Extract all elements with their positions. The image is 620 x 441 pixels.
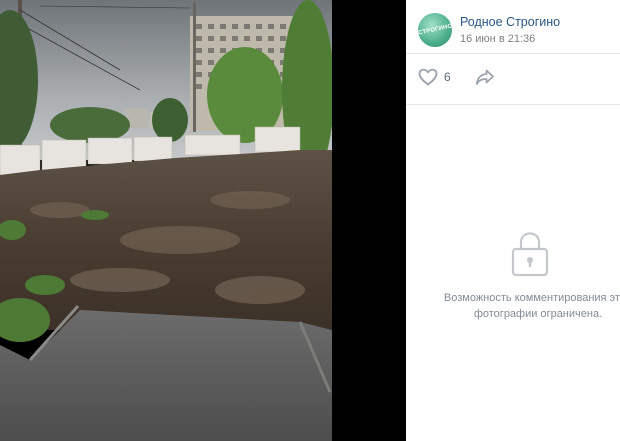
- restricted-line-2: фотографии ограничена.: [473, 308, 603, 320]
- comments-locked: Возможность комментирования этой фотогра…: [406, 230, 620, 322]
- lock-icon: [511, 232, 549, 277]
- actions-bar: 6: [418, 68, 495, 86]
- share-button[interactable]: [475, 68, 495, 86]
- photo[interactable]: [0, 0, 332, 441]
- avatar-logo-text: СТРОГИНО: [417, 23, 453, 37]
- like-button[interactable]: 6: [418, 68, 451, 86]
- restricted-line-1: Возможность комментирования этой: [443, 292, 620, 304]
- avatar[interactable]: СТРОГИНО: [417, 13, 453, 47]
- post-date[interactable]: 16 июн в 21:36: [460, 32, 560, 47]
- heart-icon: [418, 68, 438, 86]
- comments-restricted-text: Возможность комментирования этой фотогра…: [438, 290, 620, 322]
- divider: [406, 104, 620, 105]
- like-count: 6: [444, 70, 451, 84]
- author-name-link[interactable]: Родное Строгино: [460, 14, 560, 30]
- side-panel: СТРОГИНО Родное Строгино 16 июн в 21:36 …: [406, 0, 620, 441]
- share-icon: [475, 69, 494, 85]
- divider: [406, 53, 620, 54]
- photo-viewer: [0, 0, 406, 441]
- post-author: СТРОГИНО Родное Строгино 16 июн в 21:36: [417, 13, 560, 47]
